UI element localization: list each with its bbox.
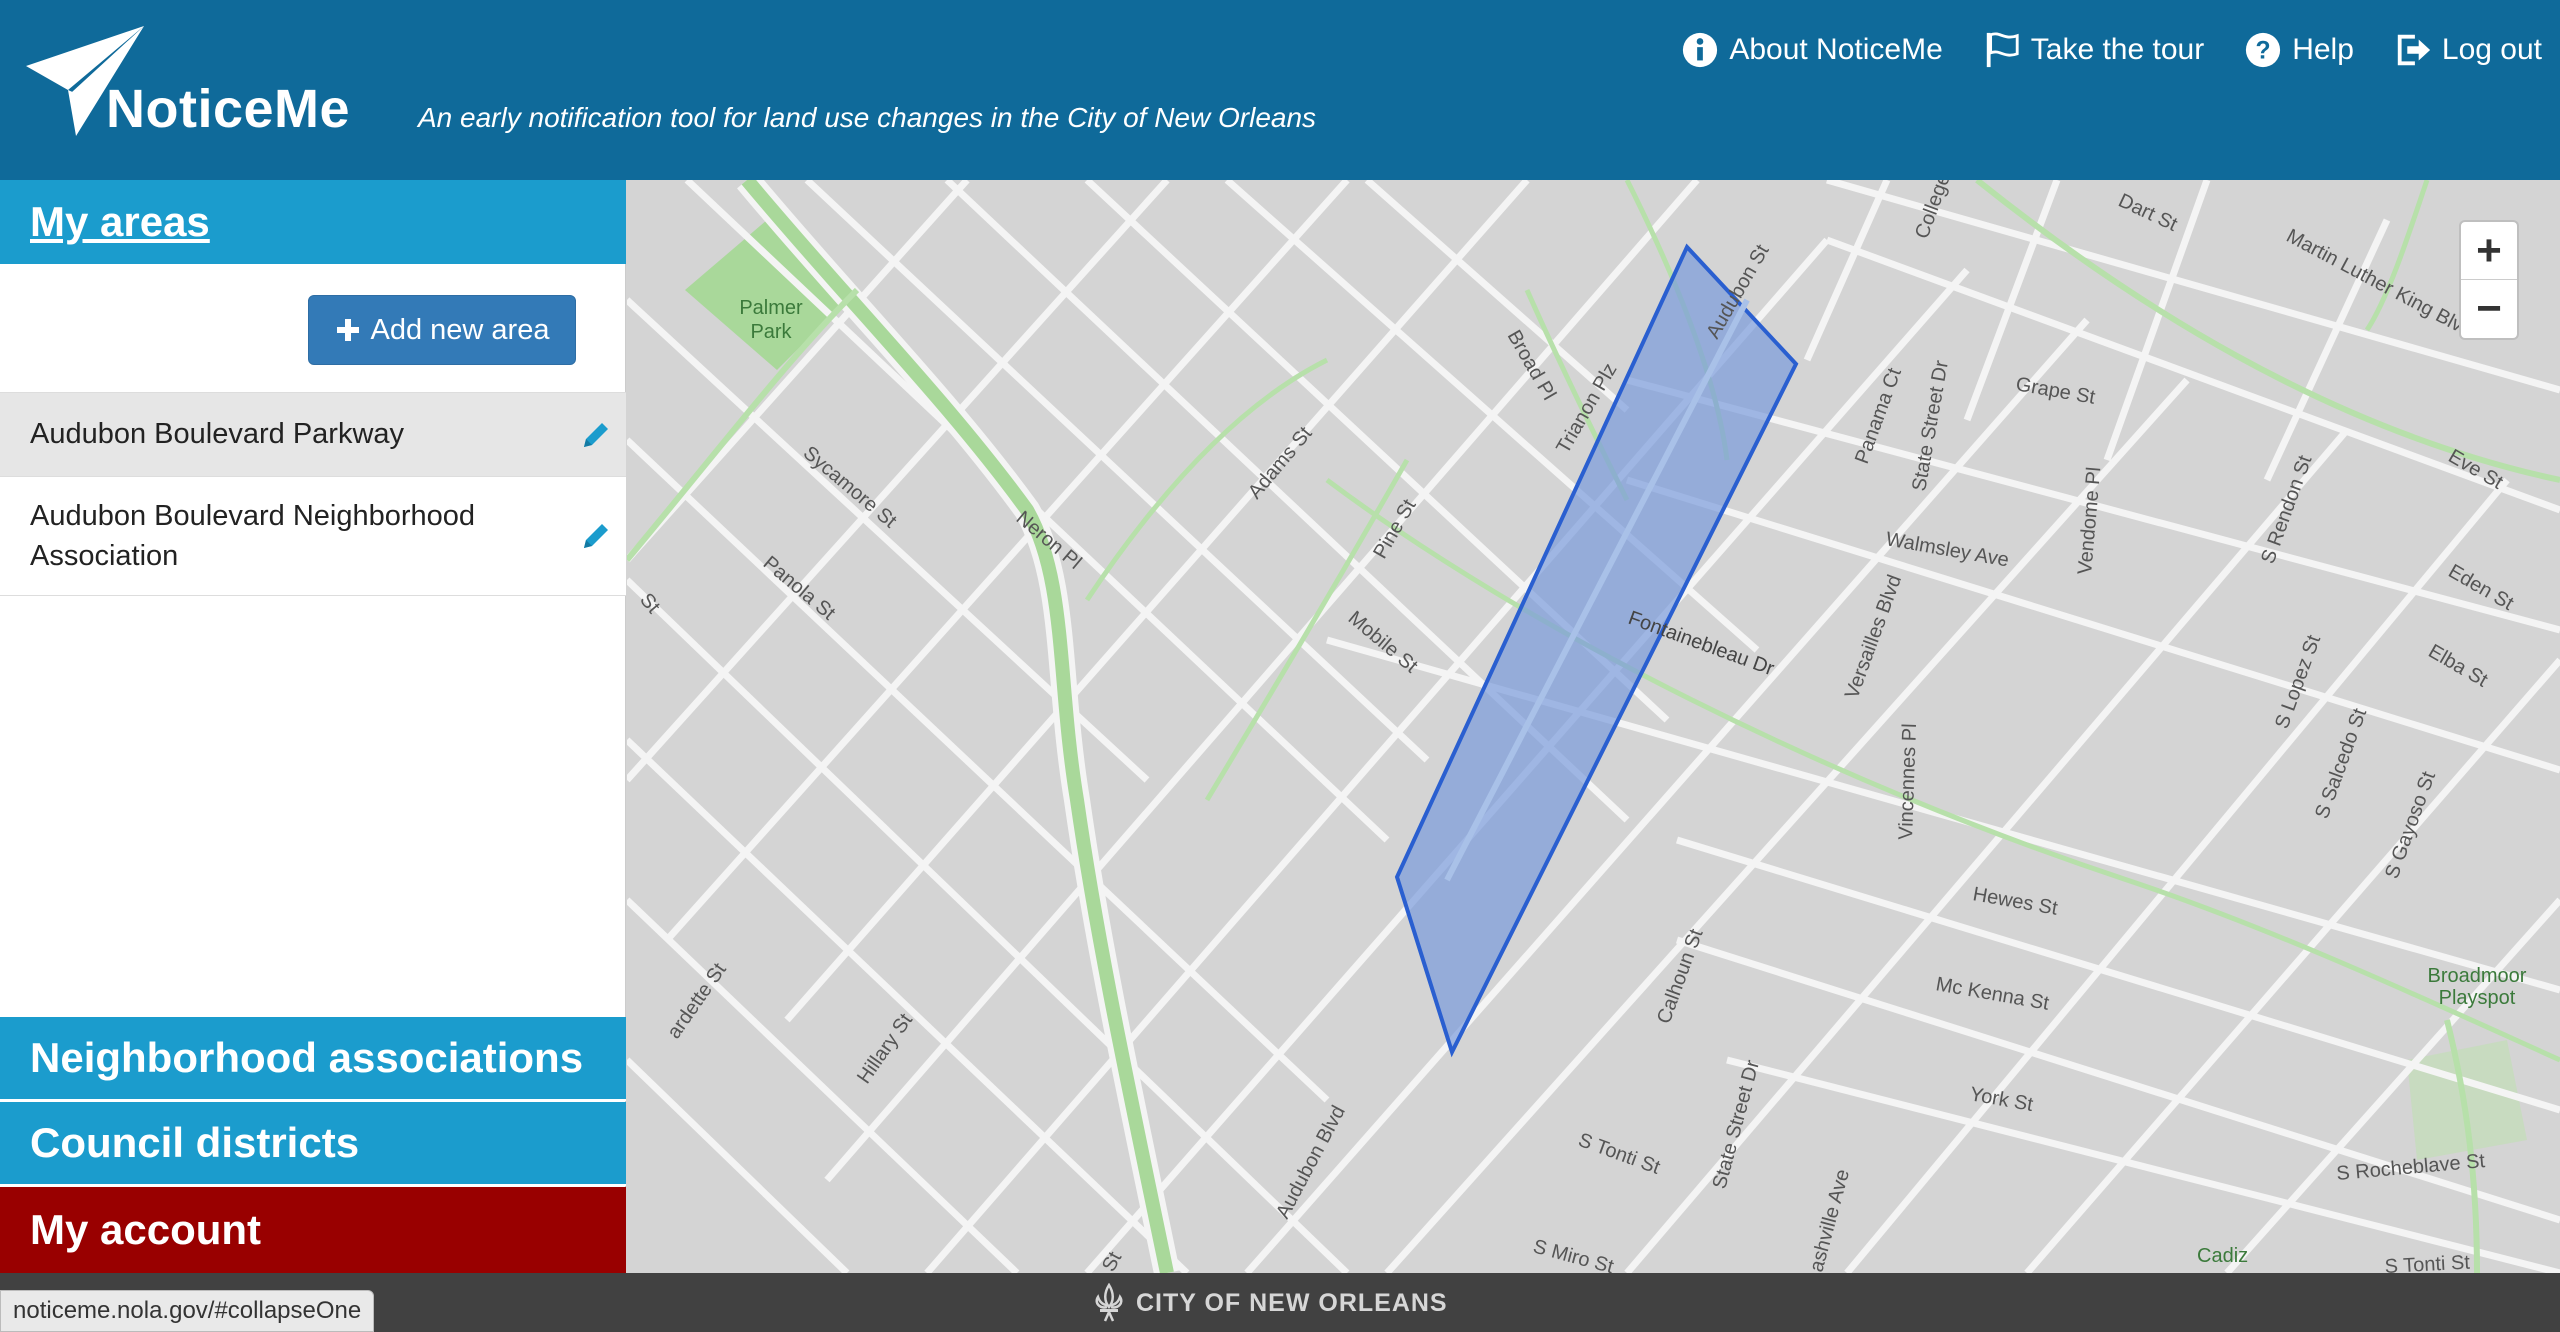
area-item[interactable]: Audubon Boulevard Parkway [0,392,626,476]
area-item-label: Audubon Boulevard Parkway [30,418,405,450]
about-label: About NoticeMe [1729,33,1943,66]
council-districts-header[interactable]: Council districts [0,1102,626,1186]
add-new-area-label: Add new area [370,313,550,346]
about-link[interactable]: About NoticeMe [1681,26,1943,74]
logout-icon [2397,34,2431,66]
my-account-header[interactable]: My account [0,1187,626,1273]
pencil-icon[interactable] [580,419,612,451]
tour-link[interactable]: Take the tour [1983,26,2204,74]
app-tagline: An early notification tool for land use … [418,102,1317,133]
browser-status-url: noticeme.nola.gov/#collapseOne [0,1290,375,1332]
info-icon [1683,32,1718,68]
city-brand[interactable]: CITY OF NEW ORLEANS [1092,1283,1448,1323]
city-brand-label: CITY OF NEW ORLEANS [1136,1288,1448,1317]
plus-icon [336,319,359,341]
footer: CITY OF NEW ORLEANS [0,1273,2560,1332]
sidebar: My areas Add new area Audubon Boulevard … [0,180,626,1273]
logout-label: Log out [2441,33,2542,66]
area-item[interactable]: Audubon Boulevard Neighborhood Associati… [0,476,626,596]
map-label: Cadiz [2197,1245,2248,1267]
street-basemap[interactable]: Palmer Park Sycamore St Panola St Neron … [627,180,2560,1273]
logout-link[interactable]: Log out [2394,26,2542,74]
area-item-label: Audubon Boulevard Neighborhood Associati… [30,500,476,572]
help-label: Help [2292,33,2354,66]
app-name[interactable]: NoticeMe [106,78,350,140]
flag-icon [1986,32,2019,68]
top-navigation: About NoticeMe Take the tour ? Help Log … [1681,26,2542,74]
question-icon: ? [2246,32,2281,68]
help-link[interactable]: ? Help [2244,26,2354,74]
zoom-control: + − [2459,220,2519,340]
map-label: Park [750,321,792,343]
fleur-de-lis-icon [1095,1283,1123,1322]
zoom-out-button[interactable]: − [2461,280,2517,338]
neighborhood-associations-header[interactable]: Neighborhood associations [0,1017,626,1101]
map-view[interactable]: Palmer Park Sycamore St Panola St Neron … [627,180,2560,1273]
map-label: Palmer [739,297,803,319]
tour-label: Take the tour [2030,33,2205,66]
pencil-icon[interactable] [580,520,612,552]
add-new-area-button[interactable]: Add new area [308,295,576,365]
svg-text:?: ? [2256,38,2271,65]
app-header: NoticeMe An early notification tool for … [0,0,2560,180]
map-label: Playspot [2439,987,2516,1009]
map-label: Broadmoor [2428,965,2527,987]
my-areas-header[interactable]: My areas [0,180,626,264]
zoom-in-button[interactable]: + [2461,222,2517,280]
map-label: Vincennes Pl [1895,723,1921,840]
map-label: S Tonti St [2384,1252,2471,1273]
